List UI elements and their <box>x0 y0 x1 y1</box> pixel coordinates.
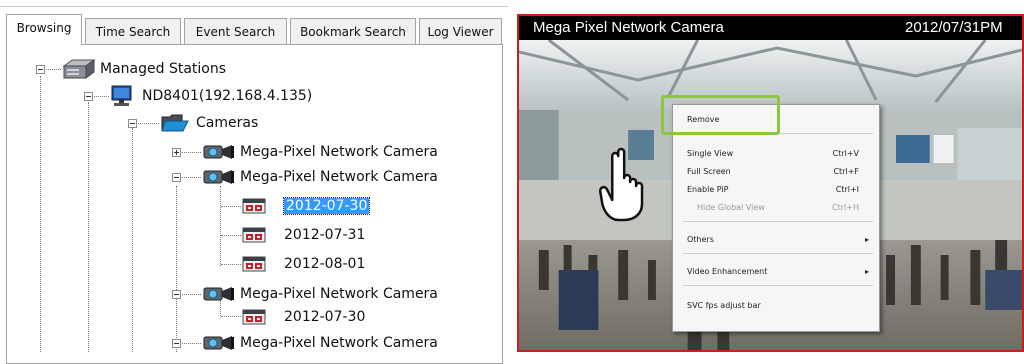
menu-item-shortcut: Ctrl+V <box>832 149 859 158</box>
tree-label: 2012-07-31 <box>284 227 366 243</box>
tree-node-date[interactable]: 2012-07-30 <box>242 195 371 217</box>
tree-label: 2012-07-30 <box>284 309 366 325</box>
tree-line <box>221 264 241 265</box>
folder-icon <box>161 114 189 132</box>
tree-node-camera[interactable]: Mega-Pixel Network Camera <box>202 141 438 163</box>
menu-separator <box>683 253 873 254</box>
menu-separator <box>683 285 873 286</box>
tree-line <box>40 76 41 352</box>
menu-item-label: Hide Global View <box>697 203 765 212</box>
camera-icon <box>203 145 234 159</box>
collapse-toggle[interactable] <box>36 65 45 74</box>
tab-event-search[interactable]: Event Search <box>184 18 287 44</box>
menu-item-svc-fps-adjust-bar[interactable]: SVC fps adjust bar <box>673 297 879 315</box>
tree-line <box>176 186 177 352</box>
recording-calendar-icon <box>242 198 266 214</box>
camera-title-bar: Mega Pixel Network Camera 2012/07/31PM <box>519 16 1022 40</box>
tree-node-date[interactable]: 2012-07-31 <box>242 224 365 246</box>
menu-item-label: Video Enhancement <box>687 267 768 276</box>
monitor-icon <box>111 85 132 106</box>
camera-view-pane[interactable]: Mega Pixel Network Camera 2012/07/31PM R… <box>517 14 1024 352</box>
tree-label: ND8401(192.168.4.135) <box>142 88 313 104</box>
tree-label-selected: 2012-07-30 <box>282 197 371 215</box>
camera-title: Mega Pixel Network Camera <box>533 19 724 36</box>
browser-panel: Browsing Time Search Event Search Bookma… <box>0 0 512 364</box>
menu-item-shortcut: Ctrl+F <box>833 167 859 176</box>
tree-label: Mega-Pixel Network Camera <box>240 144 438 160</box>
camera-icon <box>203 287 234 301</box>
menu-item-shortcut: Ctrl+I <box>835 185 859 194</box>
expand-toggle[interactable] <box>172 148 181 157</box>
menu-item-full-screen[interactable]: Full Screen Ctrl+F <box>673 163 879 181</box>
tree-node-date[interactable]: 2012-07-30 <box>242 306 365 328</box>
tree-line <box>220 186 221 266</box>
menu-item-label: SVC fps adjust bar <box>687 301 761 310</box>
tree-label: Managed Stations <box>100 61 227 77</box>
tree-line <box>221 235 241 236</box>
tree-label: Mega-Pixel Network Camera <box>240 286 438 302</box>
tree-label: Mega-Pixel Network Camera <box>240 335 438 351</box>
remove-highlight-box <box>661 95 780 135</box>
tab-browsing[interactable]: Browsing <box>6 14 82 45</box>
tab-log-viewer[interactable]: Log Viewer <box>419 18 502 44</box>
tree-node-date[interactable]: 2012-08-01 <box>242 253 365 275</box>
menu-item-hide-global-view: Hide Global View Ctrl+H <box>673 199 879 217</box>
camera-icon <box>203 336 234 350</box>
camera-icon <box>203 170 234 184</box>
collapse-toggle[interactable] <box>172 173 181 182</box>
tree-node-managed-stations[interactable]: Managed Stations <box>62 58 226 80</box>
tree-line <box>132 128 133 352</box>
camera-context-menu: Remove Single View Ctrl+V Full Screen Ct… <box>672 104 880 332</box>
collapse-toggle[interactable] <box>172 339 181 348</box>
collapse-toggle[interactable] <box>172 290 181 299</box>
collapse-toggle[interactable] <box>128 119 137 128</box>
menu-separator <box>683 221 873 222</box>
tree-line <box>88 102 89 352</box>
menu-item-label: Others <box>687 235 714 244</box>
submenu-arrow-icon: ▸ <box>864 267 869 276</box>
tree-label: Mega-Pixel Network Camera <box>240 169 438 185</box>
tree-node-station[interactable]: ND8401(192.168.4.135) <box>110 85 312 107</box>
collapse-toggle[interactable] <box>84 92 93 101</box>
menu-item-label: Single View <box>687 149 734 158</box>
submenu-arrow-icon: ▸ <box>864 235 869 244</box>
menu-item-label: Full Screen <box>687 167 731 176</box>
recording-calendar-icon <box>242 256 266 272</box>
tree-node-camera[interactable]: Mega-Pixel Network Camera <box>202 283 438 305</box>
tree-line <box>221 316 241 317</box>
menu-item-shortcut: Ctrl+H <box>832 203 859 212</box>
tree-label: Cameras <box>196 115 259 131</box>
camera-timestamp: 2012/07/31PM <box>905 19 1003 36</box>
server-icon <box>62 59 96 79</box>
menu-item-video-enhancement[interactable]: Video Enhancement ▸ <box>673 263 879 281</box>
menu-item-label: Enable PiP <box>687 185 729 194</box>
recording-calendar-icon <box>242 227 266 243</box>
menu-item-enable-pip[interactable]: Enable PiP Ctrl+I <box>673 181 879 199</box>
tree-node-camera[interactable]: Mega-Pixel Network Camera <box>202 166 438 188</box>
recording-calendar-icon <box>242 309 266 325</box>
tab-time-search[interactable]: Time Search <box>85 18 181 44</box>
tree-line <box>221 206 241 207</box>
tree-label: 2012-08-01 <box>284 256 366 272</box>
tree-node-camera[interactable]: Mega-Pixel Network Camera <box>202 332 438 354</box>
menu-item-single-view[interactable]: Single View Ctrl+V <box>673 145 879 163</box>
tab-bookmark-search[interactable]: Bookmark Search <box>290 18 416 44</box>
tree-node-cameras-folder[interactable]: Cameras <box>160 112 258 134</box>
menu-item-others[interactable]: Others ▸ <box>673 231 879 249</box>
panel-top-divider <box>0 6 508 7</box>
